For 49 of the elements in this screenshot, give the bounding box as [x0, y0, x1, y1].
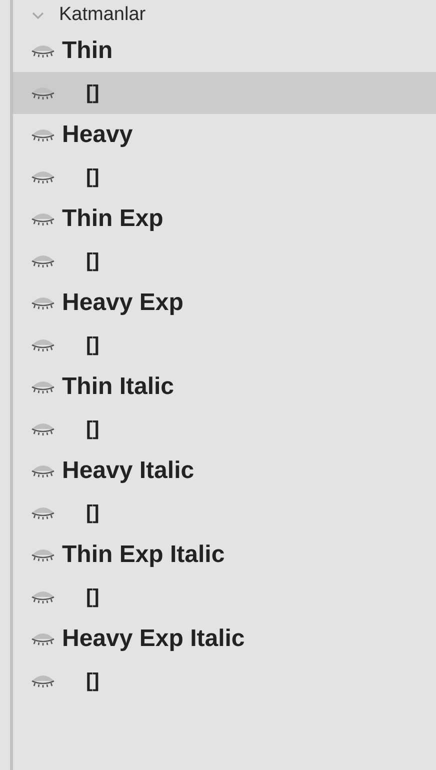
- closed-eye-icon[interactable]: [30, 170, 56, 184]
- closed-eye-icon[interactable]: [30, 254, 56, 268]
- layer-name: []: [86, 502, 100, 524]
- layer-row[interactable]: []: [13, 660, 436, 702]
- layer-row[interactable]: []: [13, 72, 436, 114]
- closed-eye-icon[interactable]: [30, 212, 56, 226]
- layer-row[interactable]: Heavy Italic: [13, 450, 436, 492]
- closed-eye-icon[interactable]: [30, 338, 56, 352]
- layer-row[interactable]: Thin Italic: [13, 366, 436, 408]
- closed-eye-icon[interactable]: [30, 590, 56, 604]
- closed-eye-icon[interactable]: [30, 632, 56, 646]
- layer-name: []: [86, 334, 100, 356]
- layer-name: []: [86, 82, 100, 104]
- layer-name: []: [86, 166, 100, 188]
- layer-name: Thin Exp: [62, 205, 164, 233]
- layer-name: []: [86, 418, 100, 440]
- layer-row[interactable]: []: [13, 156, 436, 198]
- layer-name: Heavy Exp: [62, 289, 184, 317]
- layer-row[interactable]: []: [13, 240, 436, 282]
- layer-row[interactable]: Heavy Exp: [13, 282, 436, 324]
- layer-name: Thin Exp Italic: [62, 541, 225, 569]
- closed-eye-icon[interactable]: [30, 422, 56, 436]
- closed-eye-icon[interactable]: [30, 674, 56, 688]
- layer-name: Thin: [62, 37, 113, 65]
- layer-name: []: [86, 250, 100, 272]
- closed-eye-icon[interactable]: [30, 296, 56, 310]
- panel-title: Katmanlar: [59, 4, 146, 26]
- layer-name: Heavy Exp Italic: [62, 625, 245, 653]
- closed-eye-icon[interactable]: [30, 44, 56, 58]
- closed-eye-icon[interactable]: [30, 548, 56, 562]
- layer-name: []: [86, 670, 100, 692]
- closed-eye-icon[interactable]: [30, 380, 56, 394]
- layer-name: Heavy Italic: [62, 457, 194, 485]
- layer-row[interactable]: Heavy Exp Italic: [13, 618, 436, 660]
- layer-row[interactable]: []: [13, 576, 436, 618]
- layer-row[interactable]: Heavy: [13, 114, 436, 156]
- closed-eye-icon[interactable]: [30, 464, 56, 478]
- layer-row[interactable]: Thin: [13, 30, 436, 72]
- closed-eye-icon[interactable]: [30, 86, 56, 100]
- closed-eye-icon[interactable]: [30, 506, 56, 520]
- layer-row[interactable]: []: [13, 408, 436, 450]
- layer-row[interactable]: []: [13, 324, 436, 366]
- layer-name: Heavy: [62, 121, 133, 149]
- layer-name: []: [86, 586, 100, 608]
- layer-row[interactable]: Thin Exp: [13, 198, 436, 240]
- layer-name: Thin Italic: [62, 373, 174, 401]
- layer-row[interactable]: []: [13, 492, 436, 534]
- layer-row[interactable]: Thin Exp Italic: [13, 534, 436, 576]
- closed-eye-icon[interactable]: [30, 128, 56, 142]
